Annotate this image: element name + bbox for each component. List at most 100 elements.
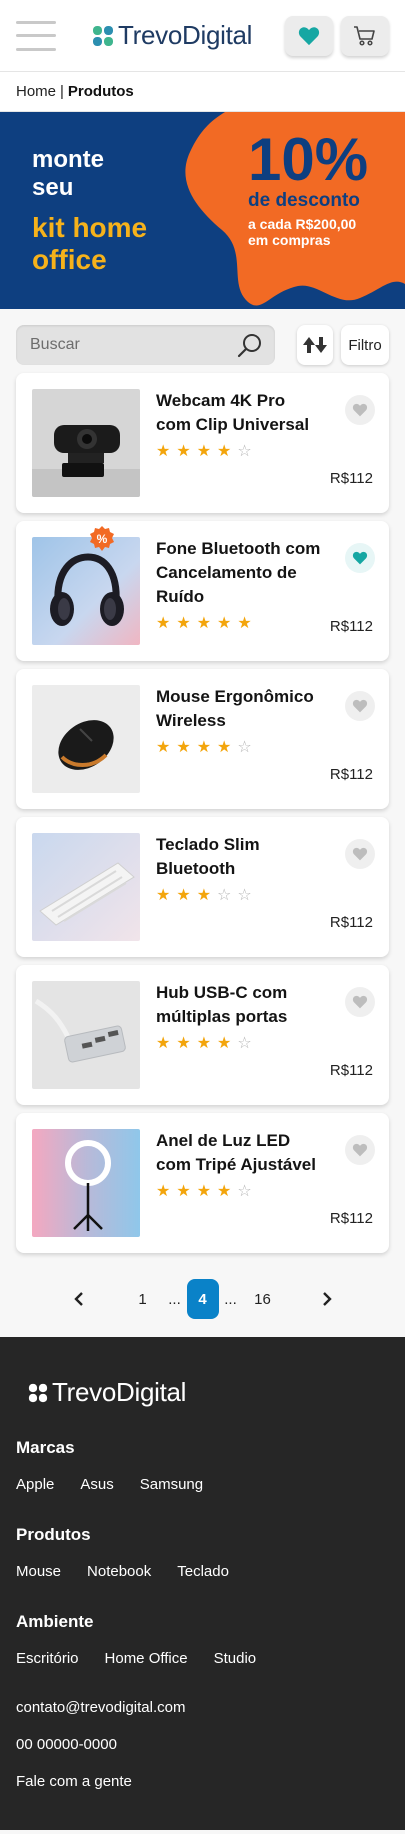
footer-link-apple[interactable]: Apple (16, 1476, 54, 1493)
product-name[interactable]: Fone Bluetooth com Cancelamento de Ruído (156, 537, 324, 609)
star-icon: ★ (176, 615, 191, 632)
footer-contact-link[interactable]: Fale com a gente (16, 1773, 389, 1790)
prev-page-button[interactable] (59, 1279, 99, 1319)
footer-link-asus[interactable]: Asus (80, 1476, 113, 1493)
page-current[interactable]: 4 (186, 1279, 219, 1319)
site-header: TrevoDigital (0, 0, 405, 72)
star-icon: ★ (156, 887, 171, 904)
footer-phone-link[interactable]: 00 00000-0000 (16, 1736, 389, 1753)
product-price: R$112 (329, 766, 373, 783)
favorite-button[interactable] (345, 987, 375, 1017)
keyboard-image (32, 833, 140, 941)
star-icon: ★ (217, 739, 232, 756)
product-price: R$112 (329, 618, 373, 635)
filter-button[interactable]: Filtro (341, 325, 389, 365)
product-name[interactable]: Hub USB-C com múltiplas portas (156, 981, 324, 1029)
page-ellipsis: ... (224, 1290, 237, 1308)
star-icon: ★ (196, 1035, 212, 1052)
footer-brands-links: Apple Asus Samsung (16, 1476, 389, 1493)
star-icon: ★ (196, 1183, 212, 1200)
favorites-button[interactable] (285, 15, 333, 56)
mouse-image (32, 685, 140, 793)
sort-button[interactable] (297, 325, 333, 365)
favorite-button[interactable] (345, 395, 375, 425)
product-card[interactable]: Anel de Luz LED com Tripé Ajustável ★ ★ … (16, 1113, 389, 1253)
banner-discount-label: de desconto (248, 190, 360, 211)
product-card[interactable]: Mouse Ergonômico Wireless ★ ★ ★ ★ ☆ R$11… (16, 669, 389, 809)
product-card[interactable]: Hub USB-C com múltiplas portas ★ ★ ★ ★ ☆… (16, 965, 389, 1105)
star-empty-icon: ☆ (237, 443, 252, 460)
star-icon: ★ (176, 887, 191, 904)
breadcrumb-home-link[interactable]: Home (16, 83, 56, 100)
product-card[interactable]: % Fone Bluetooth com Cancelamento de Ruí… (16, 521, 389, 661)
banner-discount: 10% (248, 126, 369, 193)
footer-products-title: Produtos (16, 1525, 91, 1544)
banner-line3: kit home (32, 212, 148, 243)
favorite-button[interactable] (345, 839, 375, 869)
footer-link-escritorio[interactable]: Escritório (16, 1650, 79, 1667)
usb-hub-image (32, 981, 140, 1089)
footer-link-teclado[interactable]: Teclado (177, 1563, 229, 1580)
footer-link-mouse[interactable]: Mouse (16, 1563, 61, 1580)
logo[interactable]: TrevoDigital (92, 20, 252, 51)
star-icon: ★ (196, 615, 212, 632)
star-icon: ★ (156, 1035, 171, 1052)
cart-icon (354, 25, 375, 46)
discount-badge-icon: % (90, 526, 114, 551)
clover-icon (28, 1383, 48, 1402)
footer-link-samsung[interactable]: Samsung (140, 1476, 203, 1493)
footer-link-home-office[interactable]: Home Office (105, 1650, 188, 1667)
star-icon: ★ (217, 615, 232, 632)
footer-logo-text: TrevoDigital (52, 1377, 187, 1407)
star-icon: ★ (176, 1035, 191, 1052)
footer-email-link[interactable]: contato@trevodigital.com (16, 1699, 389, 1716)
clover-icon (93, 25, 113, 46)
product-name[interactable]: Mouse Ergonômico Wireless (156, 685, 324, 733)
footer-link-studio[interactable]: Studio (214, 1650, 257, 1667)
footer-environment-title: Ambiente (16, 1612, 94, 1631)
logo-text: TrevoDigital (118, 20, 253, 50)
star-rating: ★ ★ ★ ★ ☆ (156, 1035, 324, 1053)
pagination: 1 ... 4 ... 16 (0, 1261, 405, 1337)
page-last[interactable]: 16 (243, 1279, 283, 1319)
search-box (16, 325, 275, 365)
banner-line1: monte (32, 146, 104, 173)
breadcrumb-separator: | (60, 83, 64, 100)
product-name[interactable]: Webcam 4K Pro com Clip Universal (156, 389, 324, 437)
star-icon: ★ (196, 443, 212, 460)
star-icon: ★ (176, 1183, 191, 1200)
footer-logo[interactable]: TrevoDigital (28, 1377, 389, 1408)
star-icon: ★ (156, 443, 171, 460)
promo-banner[interactable]: monte seu kit home office 10% de descont… (0, 112, 405, 309)
search-input[interactable] (30, 336, 237, 354)
footer-link-notebook[interactable]: Notebook (87, 1563, 151, 1580)
star-icon: ★ (217, 1035, 232, 1052)
favorite-button[interactable] (345, 1135, 375, 1165)
banner-condition1: a cada R$200,00 (248, 216, 357, 232)
webcam-image (32, 389, 140, 497)
footer-environment-links: Escritório Home Office Studio (16, 1650, 389, 1667)
product-name[interactable]: Teclado Slim Bluetooth (156, 833, 324, 881)
favorite-button[interactable] (345, 543, 375, 573)
product-card[interactable]: Webcam 4K Pro com Clip Universal ★ ★ ★ ★… (16, 373, 389, 513)
product-name[interactable]: Anel de Luz LED com Tripé Ajustável (156, 1129, 324, 1177)
star-icon: ★ (156, 1183, 171, 1200)
breadcrumb: Home | Produtos (0, 72, 405, 112)
banner-line2: seu (32, 174, 74, 201)
banner-line4: office (32, 244, 107, 275)
ring-light-image (32, 1129, 140, 1237)
star-empty-icon: ☆ (217, 887, 232, 904)
product-card[interactable]: Teclado Slim Bluetooth ★ ★ ★ ☆ ☆ R$112 (16, 817, 389, 957)
next-page-button[interactable] (307, 1279, 347, 1319)
star-icon: ★ (217, 1183, 232, 1200)
cart-button[interactable] (341, 15, 389, 56)
star-rating: ★ ★ ★ ★ ☆ (156, 739, 324, 757)
star-rating: ★ ★ ★ ★ ☆ (156, 1183, 324, 1201)
page-ellipsis: ... (168, 1290, 181, 1308)
menu-icon[interactable] (16, 20, 56, 51)
star-empty-icon: ☆ (237, 887, 252, 904)
heart-icon (352, 699, 368, 713)
search-icon[interactable] (237, 332, 263, 358)
page-first[interactable]: 1 (123, 1279, 163, 1319)
favorite-button[interactable] (345, 691, 375, 721)
